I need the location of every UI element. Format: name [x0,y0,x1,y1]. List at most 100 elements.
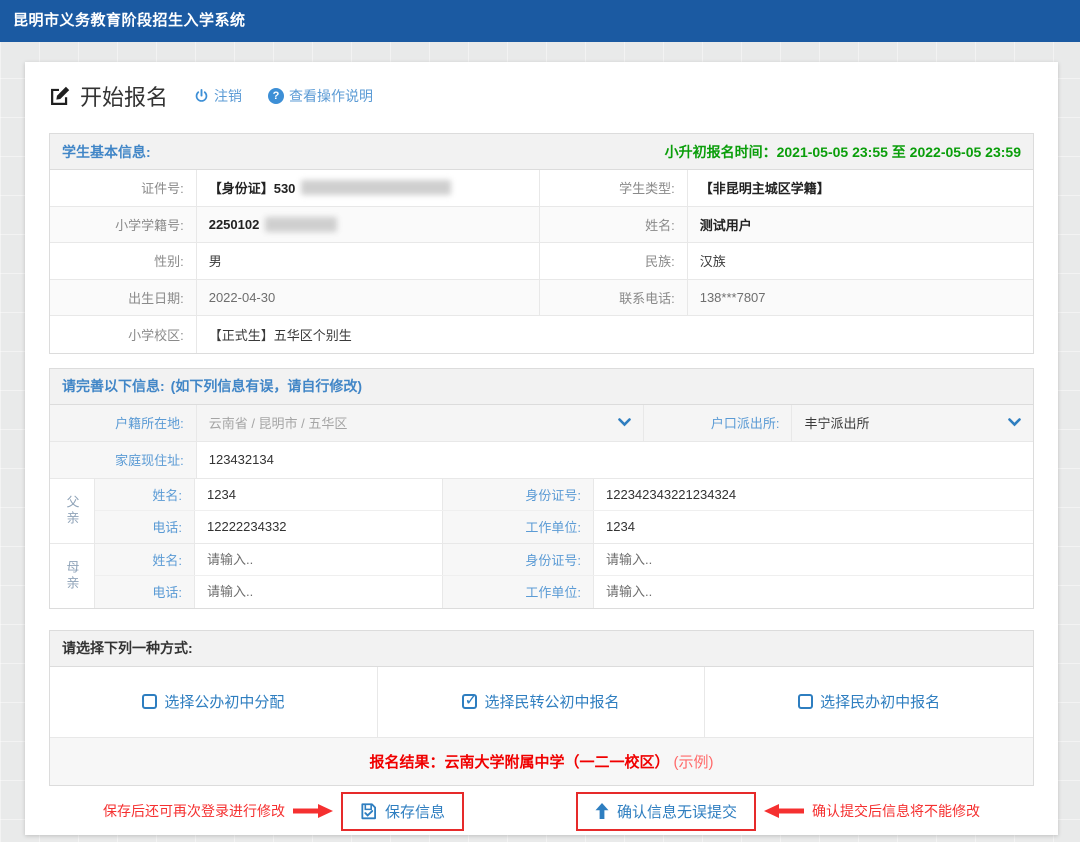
residence-row: 户籍所在地: 云南省 / 昆明市 / 五华区 户口派出所: 丰宁派出所 [50,405,1033,442]
home-address-label: 家庭现住址: [50,442,197,478]
police-station-select[interactable]: 丰宁派出所 [792,405,1033,441]
help-link[interactable]: 查看操作说明 [268,86,373,106]
choice-title: 请选择下列一种方式: [62,638,193,658]
complete-info-section: 请完善以下信息: (如下列信息有误，请自行修改) 户籍所在地: 云南省 / 昆明… [49,368,1034,609]
student-type-value: 【非昆明主城区学籍】 [688,170,1033,206]
mother-name-field[interactable] [207,552,430,567]
arrow-up-icon [595,803,609,819]
save-button-label: 保存信息 [385,801,445,822]
question-circle-icon [268,88,284,104]
student-id-value: 2250102 [197,207,540,243]
save-button[interactable]: 保存信息 [341,792,464,831]
submit-button-label: 确认信息无误提交 [617,801,737,822]
student-info-section: 学生基本信息: 小升初报名时间：2021-05-05 23:55 至 2022-… [49,133,1034,354]
square-outline-icon [798,694,813,709]
table-row: 小学校区: 【正式生】五华区个别生 [50,316,1033,353]
option-public-assignment[interactable]: 选择公办初中分配 [50,667,378,737]
father-group: 父亲 姓名: 身份证号: 电话: [50,479,1033,544]
mother-work-field[interactable] [606,584,1021,599]
ethnicity-label: 民族: [540,243,688,279]
father-group-label: 父亲 [50,479,95,543]
enrollment-deadline: 小升初报名时间：2021-05-05 23:55 至 2022-05-05 23… [665,142,1021,162]
father-work-input[interactable] [594,511,1033,543]
mother-id-field[interactable] [606,552,1021,567]
mother-work-label: 工作单位: [443,576,594,608]
logout-link[interactable]: 注销 [194,86,242,106]
result-note: (示例) [674,751,714,772]
home-address-row: 家庭现住址: [50,442,1033,479]
father-tel-label: 电话: [95,511,195,543]
option-label: 选择公办初中分配 [164,691,284,712]
student-info-title: 学生基本信息: [62,142,151,162]
father-row-2: 电话: 工作单位: [95,511,1033,543]
father-id-field[interactable] [606,487,1021,502]
father-id-input[interactable] [594,479,1033,510]
father-name-input[interactable] [195,479,443,510]
residence-select[interactable]: 云南省 / 昆明市 / 五华区 [197,405,644,441]
footer-actions: 保存后还可再次登录进行修改 保存信息 确认信息无误提交 [49,786,1034,837]
student-info-header: 学生基本信息: 小升初报名时间：2021-05-05 23:55 至 2022-… [50,134,1033,170]
police-station-label: 户口派出所: [644,405,793,441]
name-label: 姓名: [540,207,688,243]
mother-tel-input[interactable] [195,576,443,608]
save-note: 保存后还可再次登录进行修改 [103,801,285,821]
main-card: 开始报名 注销 查看操作说明 学生基本信息: 小升初报名时间：2021-05-0… [25,62,1058,835]
mother-tel-label: 电话: [95,576,195,608]
table-row: 性别: 男 民族: 汉族 [50,243,1033,280]
complete-info-title: 请完善以下信息: [62,376,165,396]
cert-value: 【身份证】530 [197,170,540,206]
option-label: 选择民办初中报名 [820,691,940,712]
submit-note: 确认提交后信息将不能修改 [812,801,980,821]
father-tel-field[interactable] [207,519,430,534]
choice-header: 请选择下列一种方式: [50,631,1033,667]
cert-label: 证件号: [50,170,197,206]
table-row: 小学学籍号: 2250102 姓名: 测试用户 [50,207,1033,244]
save-icon [360,803,377,820]
father-id-label: 身份证号: [443,479,594,510]
mother-tel-field[interactable] [207,584,430,599]
arrow-left-icon [764,804,804,818]
option-private-to-public[interactable]: 选择民转公初中报名 [378,667,706,737]
home-address-field[interactable] [209,452,1021,467]
mother-group-label: 母亲 [50,544,95,608]
home-address-input[interactable] [197,442,1033,478]
father-work-field[interactable] [606,519,1021,534]
help-label: 查看操作说明 [289,86,373,106]
father-name-field[interactable] [207,487,430,502]
submit-button[interactable]: 确认信息无误提交 [576,792,756,831]
choice-section: 请选择下列一种方式: 选择公办初中分配 选择民转公初中报名 选择民办初中报名 报… [49,630,1034,786]
gender-value: 男 [197,243,540,279]
table-row: 出生日期: 2022-04-30 联系电话: 138***7807 [50,280,1033,317]
contact-phone-value: 138***7807 [688,280,1033,316]
square-outline-icon [142,694,157,709]
student-type-label: 学生类型: [540,170,688,206]
mother-row-1: 姓名: 身份证号: [95,544,1033,576]
option-private-school[interactable]: 选择民办初中报名 [705,667,1033,737]
complete-info-header: 请完善以下信息: (如下列信息有误，请自行修改) [50,369,1033,405]
campus-value: 【正式生】五华区个别生 [197,316,1033,353]
redacted-blur [301,180,451,195]
ethnicity-value: 汉族 [688,243,1033,279]
title-row: 开始报名 注销 查看操作说明 [49,76,1034,116]
arrow-right-icon [293,804,333,818]
choice-options-row: 选择公办初中分配 选择民转公初中报名 选择民办初中报名 [50,667,1033,737]
contact-phone-label: 联系电话: [540,280,688,316]
father-row-1: 姓名: 身份证号: [95,479,1033,511]
redacted-blur [265,217,337,232]
option-label: 选择民转公初中报名 [484,691,619,712]
mother-row-2: 电话: 工作单位: [95,576,1033,608]
mother-id-label: 身份证号: [443,544,594,575]
app-header: 昆明市义务教育阶段招生入学系统 [0,0,1080,42]
mother-work-input[interactable] [594,576,1033,608]
mother-name-input[interactable] [195,544,443,575]
father-tel-input[interactable] [195,511,443,543]
birthdate-label: 出生日期: [50,280,197,316]
name-value: 测试用户 [688,207,1033,243]
page-title: 开始报名 [80,80,168,112]
chevron-down-icon [618,418,631,427]
father-work-label: 工作单位: [443,511,594,543]
campus-label: 小学校区: [50,316,197,353]
result-row: 报名结果：云南大学附属中学（一二一校区） (示例) [50,737,1033,785]
mother-id-input[interactable] [594,544,1033,575]
pencil-square-icon [49,86,70,107]
